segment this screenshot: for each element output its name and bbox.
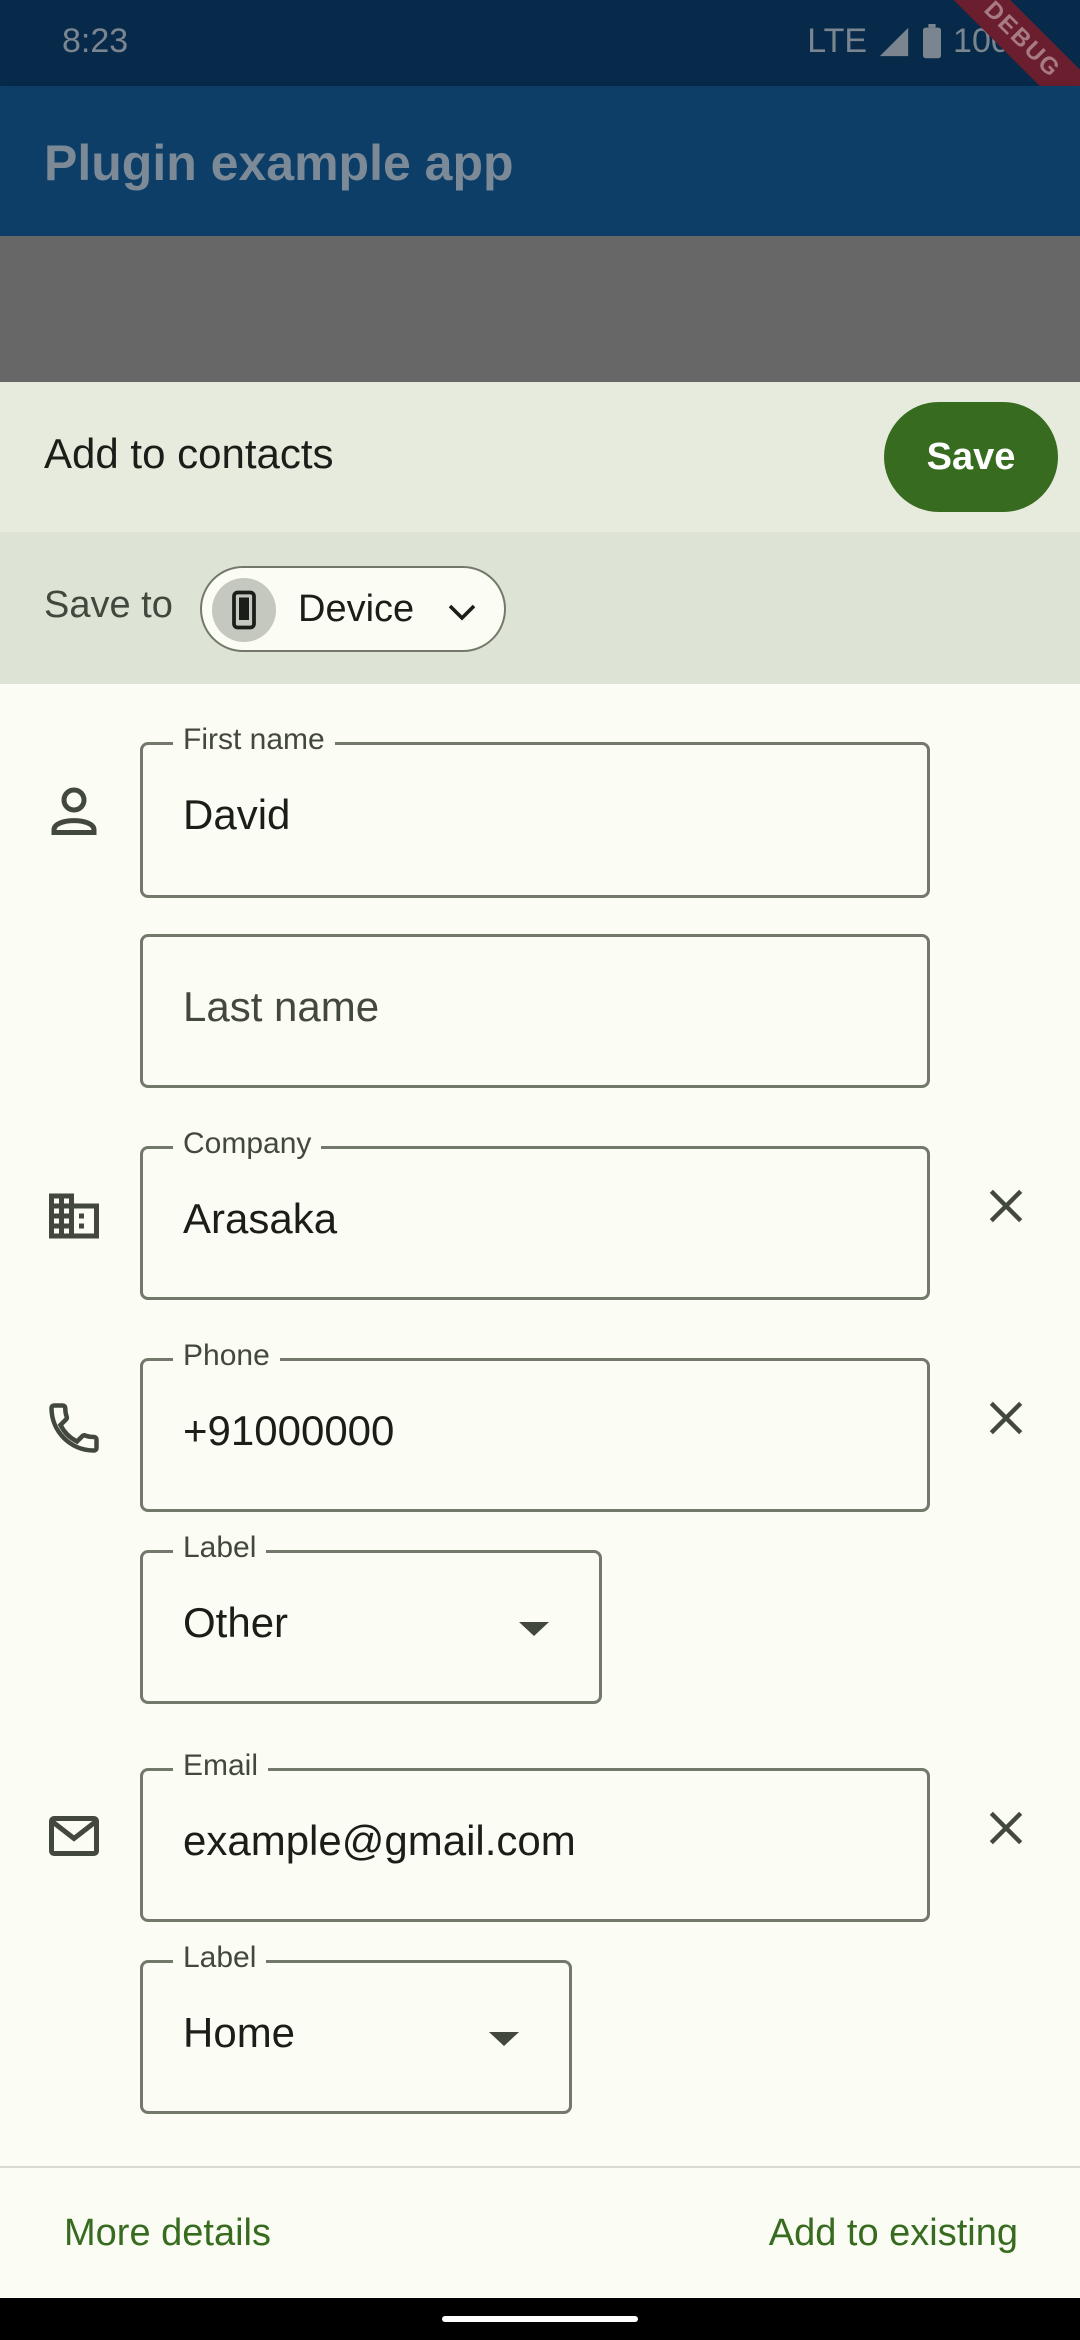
- phone-type-dropdown[interactable]: Label Other: [140, 1531, 602, 1704]
- screen: 8:23 LTE 100% DEBUG Plugin example app A…: [0, 0, 1080, 2340]
- account-name: Device: [298, 588, 415, 630]
- email-type-value: Home: [183, 2009, 296, 2056]
- clear-email-button[interactable]: [976, 1798, 1036, 1858]
- network-label: LTE: [807, 22, 868, 60]
- add-to-existing-button[interactable]: Add to existing: [769, 2212, 1018, 2255]
- last-name-placeholder: Last name: [183, 983, 380, 1030]
- status-bar: 8:23 LTE 100% DEBUG: [0, 0, 1080, 139]
- dropdown-arrow-icon: [519, 1622, 549, 1636]
- email-type-label: Label: [173, 1941, 267, 1975]
- phone-value: +91000000: [183, 1407, 395, 1454]
- business-icon: [49, 1193, 99, 1239]
- phone-icon: [49, 1403, 99, 1453]
- save-button[interactable]: Save: [884, 402, 1058, 512]
- email-label: Email: [173, 1749, 269, 1783]
- account-selector[interactable]: Device: [200, 566, 506, 652]
- sheet-header: Add to contacts Save: [0, 382, 1080, 532]
- home-handle[interactable]: [442, 2316, 638, 2322]
- signal-icon: [879, 27, 909, 56]
- phone-field[interactable]: Phone +91000000: [140, 1339, 930, 1512]
- status-time: 8:23: [62, 22, 129, 60]
- close-icon: [989, 1189, 1023, 1223]
- bottom-action-bar: More details Add to existing: [0, 2166, 1080, 2298]
- first-name-value: David: [183, 791, 291, 838]
- save-to-bar: Save to Device: [0, 532, 1080, 684]
- company-label: Company: [173, 1127, 322, 1161]
- phone-type-value: Other: [183, 1599, 289, 1646]
- app-title: Plugin example app: [44, 135, 514, 191]
- first-name-label: First name: [173, 723, 335, 757]
- first-name-field[interactable]: First name David: [140, 723, 930, 898]
- sheet-title: Add to contacts: [44, 430, 334, 477]
- app-bar: Plugin example app: [0, 86, 1080, 236]
- phone-label: Phone: [173, 1339, 280, 1373]
- chevron-down-icon: [448, 604, 476, 621]
- modal-scrim[interactable]: [0, 236, 1080, 382]
- more-details-button[interactable]: More details: [64, 2212, 271, 2255]
- close-icon: [989, 1811, 1023, 1845]
- email-type-dropdown[interactable]: Label Home: [140, 1941, 572, 2114]
- battery-icon: [923, 23, 942, 58]
- phone-type-label: Label: [173, 1531, 267, 1565]
- clear-company-button[interactable]: [976, 1176, 1036, 1236]
- email-value: example@gmail.com: [183, 1817, 576, 1864]
- close-icon: [989, 1401, 1023, 1435]
- last-name-field[interactable]: Last name: [140, 934, 930, 1088]
- person-icon: [51, 787, 97, 835]
- company-field[interactable]: Company Arasaka: [140, 1127, 930, 1300]
- dropdown-arrow-icon: [489, 2032, 519, 2046]
- email-field[interactable]: Email example@gmail.com: [140, 1749, 930, 1922]
- save-to-label: Save to: [44, 584, 173, 626]
- gesture-nav-bar: [0, 2298, 1080, 2340]
- clear-phone-button[interactable]: [976, 1388, 1036, 1448]
- company-value: Arasaka: [183, 1195, 338, 1242]
- phone-device-icon: [212, 578, 276, 642]
- email-icon: [49, 1816, 99, 1856]
